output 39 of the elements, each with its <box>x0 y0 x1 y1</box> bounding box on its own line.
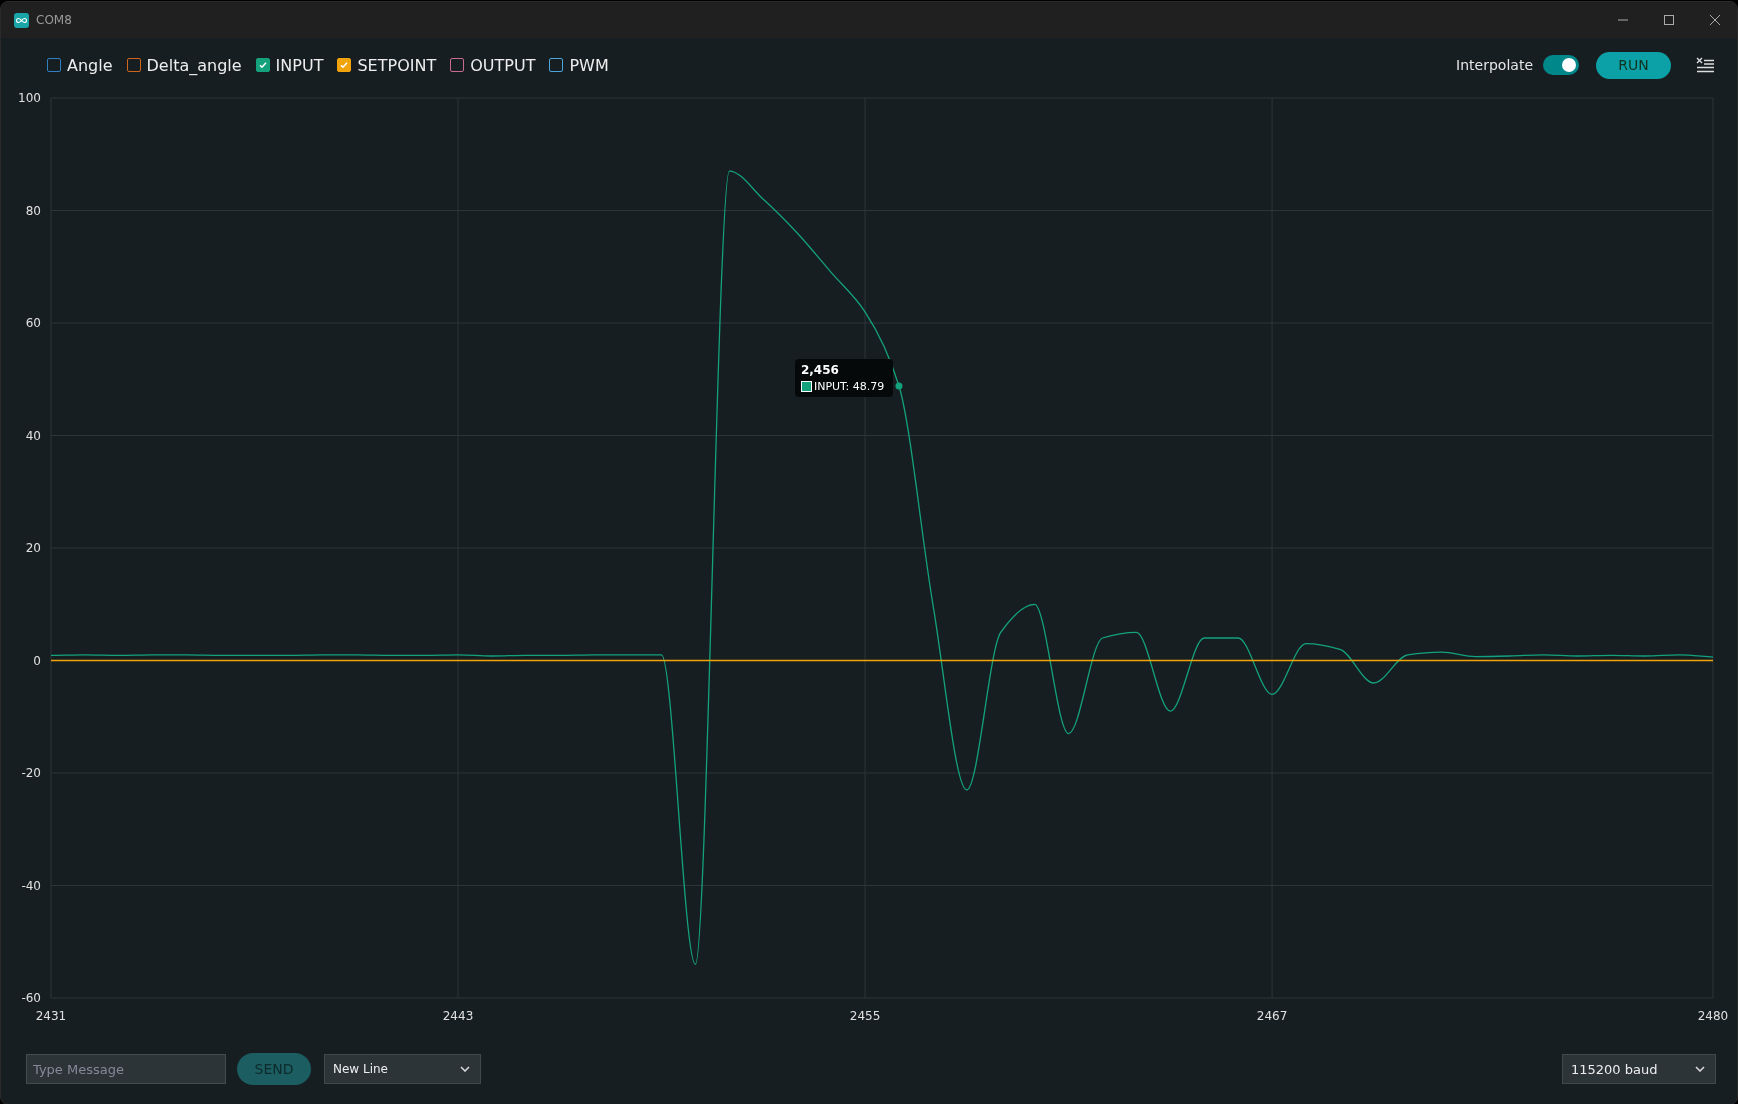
interpolate-label: Interpolate <box>1456 57 1533 73</box>
check-icon <box>257 60 268 70</box>
maximize-icon[interactable] <box>1663 14 1675 26</box>
check-icon <box>339 60 350 70</box>
tooltip-title: 2,456 <box>800 363 840 377</box>
series-checkbox[interactable]: Delta_angle <box>126 55 242 75</box>
line-ending-dropdown[interactable]: New Line <box>324 1054 481 1084</box>
series-checkbox[interactable]: INPUT <box>255 55 324 75</box>
x-axis-label: 2467 <box>1256 1009 1288 1023</box>
y-axis-label: 0 <box>33 653 41 668</box>
close-icon[interactable] <box>1709 14 1721 26</box>
tooltip-value: INPUT: 48.79 <box>813 380 885 393</box>
window-title: COM8 <box>36 13 72 27</box>
series-swatch <box>800 381 812 392</box>
message-input[interactable]: Type Message <box>26 1054 226 1084</box>
y-axis-label: 100 <box>18 92 41 105</box>
y-axis-label: 60 <box>25 316 41 330</box>
baud-rate-dropdown[interactable]: 115200 baud <box>1562 1054 1716 1084</box>
y-axis-label: 80 <box>25 203 41 218</box>
y-axis-label: -60 <box>21 991 41 1005</box>
chevron-down-icon <box>1695 1066 1705 1072</box>
chevron-down-icon <box>460 1066 470 1072</box>
run-button[interactable]: RUN <box>1596 51 1671 79</box>
y-axis-label: -20 <box>21 766 41 780</box>
y-axis-label: 40 <box>25 428 41 443</box>
y-axis-label: 20 <box>25 541 41 555</box>
interpolate-toggle[interactable] <box>1543 55 1579 75</box>
infinity-icon <box>14 12 29 28</box>
series-checkbox[interactable]: PWM <box>549 55 609 75</box>
x-axis-label: 2480 <box>1697 1009 1729 1023</box>
series-checkbox[interactable]: Angle <box>47 55 113 75</box>
series-checkbox[interactable]: OUTPUT <box>450 55 536 75</box>
clear-list-icon[interactable] <box>1696 57 1715 73</box>
x-axis-label: 2431 <box>35 1009 67 1023</box>
series-checkbox[interactable]: SETPOINT <box>337 55 437 75</box>
x-axis-label: 2455 <box>849 1009 881 1023</box>
x-axis-label: 2443 <box>442 1009 474 1023</box>
y-axis-label: -40 <box>21 878 41 893</box>
data-point <box>895 382 903 390</box>
